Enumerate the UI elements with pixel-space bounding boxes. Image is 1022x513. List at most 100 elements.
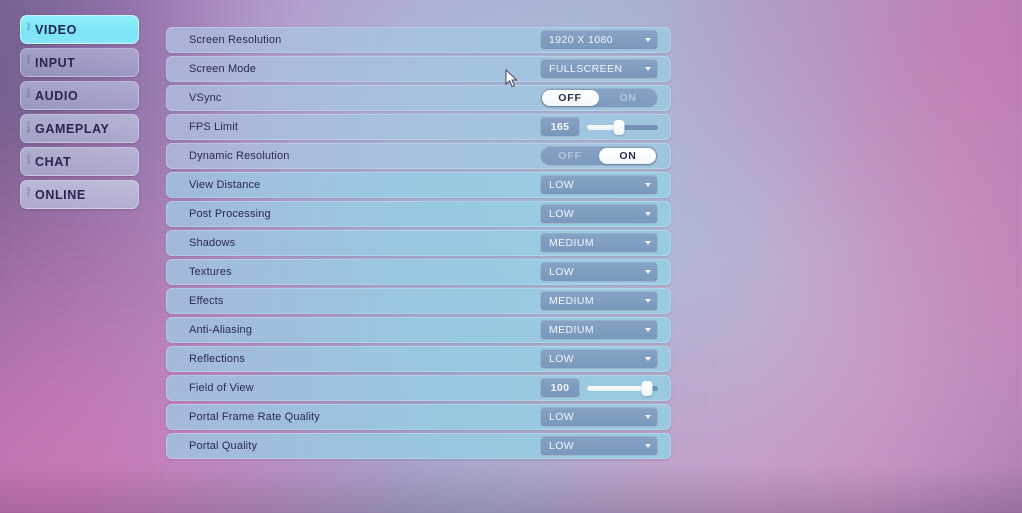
toggle-dynamic-resolution[interactable]: OFF ON [540,146,658,166]
video-settings-panel: Screen Resolution 1920 X 1080 Screen Mode F… [166,27,671,459]
setting-row-reflections[interactable]: Reflections LOW [166,346,671,372]
dropdown-screen-resolution[interactable]: 1920 X 1080 [540,30,658,50]
chevron-down-icon[interactable] [645,183,651,187]
toggle-option-off[interactable]: OFF [541,92,599,104]
dropdown-portal-quality[interactable]: LOW [540,436,658,456]
setting-row-post-processing[interactable]: Post Processing LOW [166,201,671,227]
setting-row-portal-quality[interactable]: Portal Quality LOW [166,433,671,459]
slider-track-fps-limit[interactable] [587,117,658,137]
chevron-down-icon[interactable] [645,270,651,274]
toggle-vsync[interactable]: OFF ON [540,88,658,108]
setting-row-screen-mode[interactable]: Screen Mode FULLSCREEN [166,56,671,82]
sidebar-item-video[interactable]: VIDE VIDEO [20,15,139,44]
tab-texture-glyph: CHAT [26,154,31,165]
setting-label: Dynamic Resolution [189,150,290,162]
setting-control: 165 [540,117,658,137]
setting-control: MEDIUM [540,291,658,311]
toggle-option-on[interactable]: ON [599,92,657,104]
tab-texture-glyph: AUDI [26,88,31,97]
sidebar-item-label: ONLINE [35,187,86,202]
sidebar-item-audio[interactable]: AUDI AUDIO [20,81,139,110]
setting-row-shadows[interactable]: Shadows MEDIUM [166,230,671,256]
chevron-down-icon[interactable] [645,212,651,216]
setting-row-screen-resolution[interactable]: Screen Resolution 1920 X 1080 [166,27,671,53]
chevron-down-icon[interactable] [645,357,651,361]
dropdown-value: MEDIUM [549,295,594,307]
setting-row-textures[interactable]: Textures LOW [166,259,671,285]
setting-row-fps-limit[interactable]: FPS Limit 165 [166,114,671,140]
dropdown-anti-aliasing[interactable]: MEDIUM [540,320,658,340]
dropdown-shadows[interactable]: MEDIUM [540,233,658,253]
setting-control: LOW [540,349,658,369]
dropdown-value: MEDIUM [549,237,594,249]
dropdown-value: FULLSCREEN [549,63,623,75]
setting-row-view-distance[interactable]: View Distance LOW [166,172,671,198]
chevron-down-icon[interactable] [645,299,651,303]
slider-handle[interactable] [613,119,625,135]
setting-label: Anti-Aliasing [189,324,253,336]
dropdown-screen-mode[interactable]: FULLSCREEN [540,59,658,79]
setting-label: View Distance [189,179,261,191]
sidebar-item-online[interactable]: ONLI ONLINE [20,180,139,209]
dropdown-value: LOW [549,208,575,220]
setting-label: VSync [189,92,222,104]
setting-label: Reflections [189,353,246,365]
dropdown-value: LOW [549,266,575,278]
setting-control: 1920 X 1080 [540,30,658,50]
chevron-down-icon[interactable] [645,415,651,419]
toggle-option-on[interactable]: ON [599,150,657,162]
setting-label: Screen Resolution [189,34,282,46]
setting-label: Effects [189,295,224,307]
sidebar-item-chat[interactable]: CHAT CHAT [20,147,139,176]
dropdown-view-distance[interactable]: LOW [540,175,658,195]
setting-row-anti-aliasing[interactable]: Anti-Aliasing MEDIUM [166,317,671,343]
dropdown-textures[interactable]: LOW [540,262,658,282]
sidebar-item-gameplay[interactable]: GAME GAMEPLAY [20,114,139,143]
setting-label: Textures [189,266,232,278]
chevron-down-icon[interactable] [645,67,651,71]
dropdown-value: LOW [549,411,575,423]
slider-track-fill [587,385,648,391]
setting-label: FPS Limit [189,121,239,133]
sidebar-item-label: VIDEO [35,22,77,37]
settings-category-sidebar: VIDE VIDEO INPU INPUT AUDI AUDIO GAME GAMEPLAY C… [20,15,139,209]
setting-row-effects[interactable]: Effects MEDIUM [166,288,671,314]
dropdown-portal-frame-rate-quality[interactable]: LOW [540,407,658,427]
setting-row-dynamic-resolution[interactable]: Dynamic Resolution OFF ON [166,143,671,169]
setting-row-field-of-view[interactable]: Field of View 100 [166,375,671,401]
setting-row-vsync[interactable]: VSync OFF ON [166,85,671,111]
dropdown-reflections[interactable]: LOW [540,349,658,369]
setting-control: OFF ON [540,88,658,108]
setting-label: Shadows [189,237,236,249]
slider-value-box[interactable]: 100 [540,378,580,398]
chevron-down-icon[interactable] [645,241,651,245]
setting-label: Field of View [189,382,254,394]
setting-control: MEDIUM [540,320,658,340]
dropdown-effects[interactable]: MEDIUM [540,291,658,311]
sidebar-item-input[interactable]: INPU INPUT [20,48,139,77]
dropdown-post-processing[interactable]: LOW [540,204,658,224]
setting-label: Portal Frame Rate Quality [189,411,320,423]
slider-handle[interactable] [641,380,653,396]
sidebar-item-label: CHAT [35,154,72,169]
setting-control: LOW [540,262,658,282]
setting-control: MEDIUM [540,233,658,253]
chevron-down-icon[interactable] [645,444,651,448]
setting-control: 100 [540,378,658,398]
toggle-option-off[interactable]: OFF [541,150,599,162]
chevron-down-icon[interactable] [645,38,651,42]
sidebar-item-label: GAMEPLAY [35,121,110,136]
slider-value-box[interactable]: 165 [540,117,580,137]
setting-label: Post Processing [189,208,271,220]
chevron-down-icon[interactable] [645,328,651,332]
setting-control: LOW [540,436,658,456]
tab-texture-glyph: VIDE [26,22,31,31]
setting-row-portal-frame-rate-quality[interactable]: Portal Frame Rate Quality LOW [166,404,671,430]
slider-track-field-of-view[interactable] [587,378,658,398]
dropdown-value: LOW [549,440,575,452]
setting-label: Portal Quality [189,440,258,452]
dropdown-value: 1920 X 1080 [549,34,613,46]
sidebar-item-label: INPUT [35,55,76,70]
dropdown-value: LOW [549,353,575,365]
slider-group-field-of-view: 100 [540,378,658,398]
